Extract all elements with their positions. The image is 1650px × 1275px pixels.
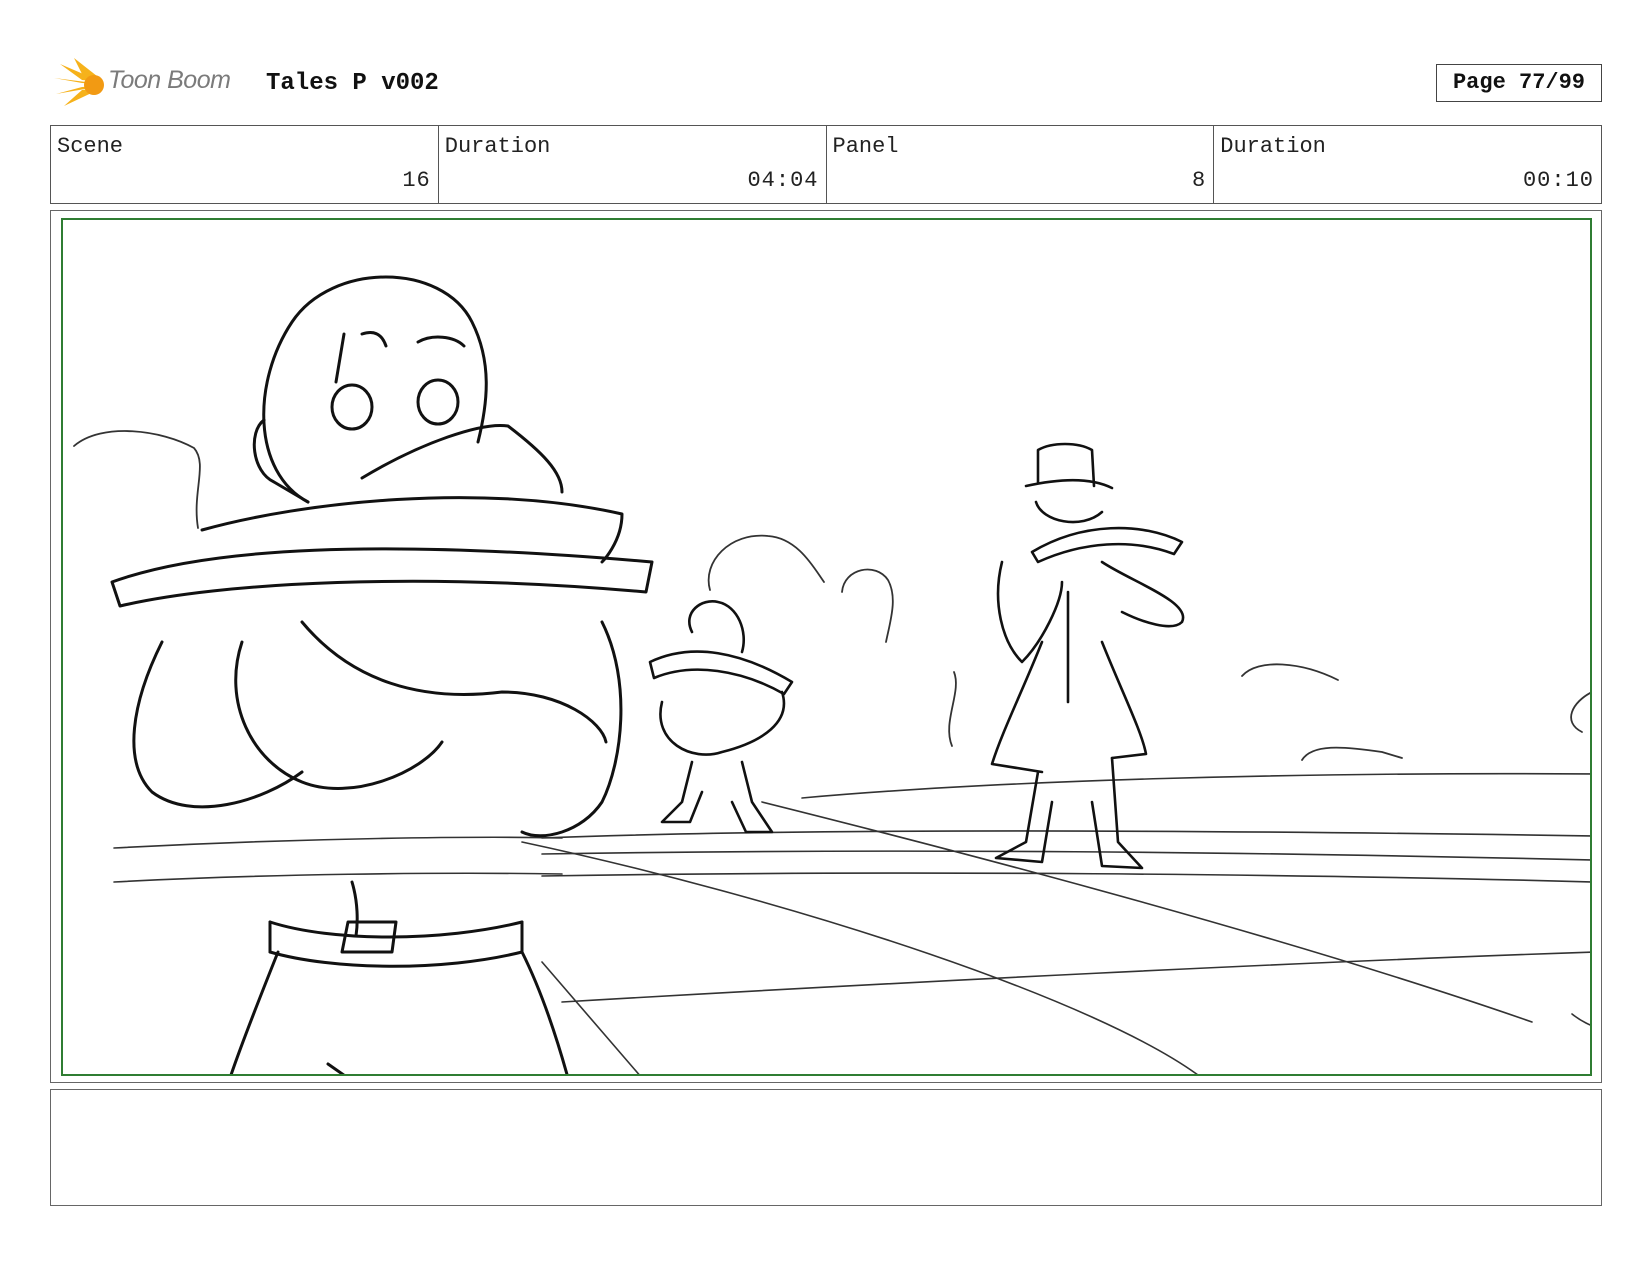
panel-duration-value: 00:10 (1522, 168, 1594, 193)
scene-label: Scene (57, 134, 124, 159)
foreground-character (110, 275, 654, 1074)
scene-duration-cell: Duration 04:04 (439, 126, 827, 203)
logo-wordmark: Toon Boom (108, 66, 231, 94)
panel-duration-cell: Duration 00:10 (1214, 126, 1601, 203)
middle-character (648, 600, 794, 834)
panel-cell: Panel 8 (827, 126, 1215, 203)
panel-notes-box (50, 1089, 1602, 1206)
storyboard-sketch (73, 275, 1590, 1074)
background-clouds (73, 430, 1590, 761)
ground-lines (113, 772, 1590, 1074)
page-number: Page 77/99 (1436, 64, 1602, 102)
panel-value: 8 (1192, 168, 1207, 193)
starburst-icon (54, 58, 104, 106)
scene-duration-label: Duration (444, 134, 551, 159)
document-title: Tales P v002 (266, 70, 439, 97)
panel-duration-label: Duration (1220, 134, 1326, 159)
scene-duration-value: 04:04 (747, 168, 819, 193)
scene-cell: Scene 16 (51, 126, 439, 203)
storyboard-panel-image (61, 218, 1592, 1076)
top-hat-character (990, 442, 1185, 870)
panel-label: Panel (832, 134, 899, 159)
scene-info-table: Scene 16 Duration 04:04 Panel 8 Duration… (50, 125, 1602, 204)
toon-boom-logo: Toon Boom (52, 56, 252, 112)
scene-value: 16 (402, 168, 431, 193)
